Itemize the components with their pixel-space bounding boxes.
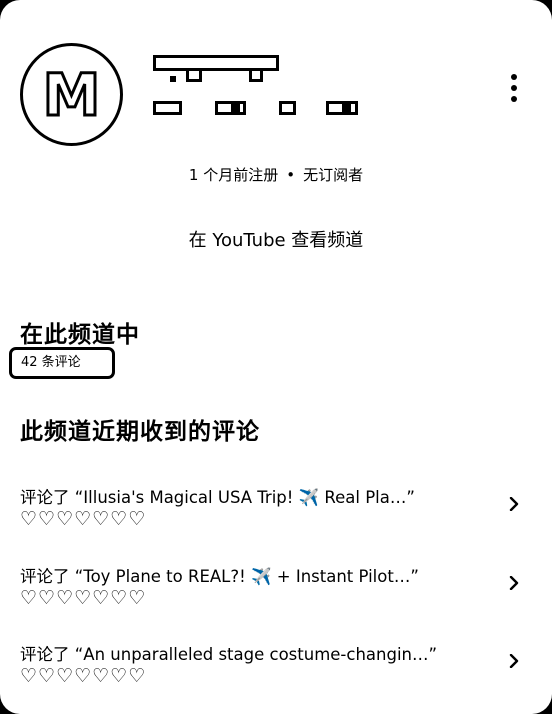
comment-item[interactable]: 评论了 “An unparalleled stage costume-chang… bbox=[0, 641, 552, 711]
comment-text: 评论了 “Toy Plane to REAL?! ✈️ + Instant Pi… bbox=[20, 567, 419, 586]
more-options-icon[interactable] bbox=[506, 74, 522, 102]
comment-text: 评论了 “An unparalleled stage costume-chang… bbox=[20, 645, 438, 664]
chevron-right-icon bbox=[509, 654, 519, 668]
heart-rating-icons: ♡♡♡♡♡♡♡ bbox=[20, 665, 147, 687]
view-on-youtube-link[interactable]: 在 YouTube 查看频道 bbox=[0, 226, 552, 252]
heart-rating-icons: ♡♡♡♡♡♡♡ bbox=[20, 587, 147, 609]
chevron-right-icon bbox=[509, 576, 519, 590]
chevron-right-icon bbox=[509, 497, 519, 511]
recent-comments-heading: 此频道近期收到的评论 bbox=[20, 419, 260, 445]
channel-card: M 1 个月前注册 • 无订阅者 在 YouTube 查看频道 在此频道中 42 条… bbox=[0, 0, 552, 714]
heart-rating-icons: ♡♡♡♡♡♡♡ bbox=[20, 508, 147, 530]
comment-text: 评论了 “Illusia's Magical USA Trip! ✈️ Real… bbox=[20, 488, 415, 507]
channel-meta: 1 个月前注册 • 无订阅者 bbox=[0, 164, 552, 185]
in-channel-heading: 在此频道中 bbox=[20, 322, 140, 348]
comment-count: 42 条评论 bbox=[9, 347, 115, 379]
meta-separator: • bbox=[286, 166, 296, 184]
joined-date: 1 个月前注册 bbox=[188, 166, 279, 184]
subscriber-count: 无订阅者 bbox=[303, 166, 364, 184]
comment-item[interactable]: 评论了 “Toy Plane to REAL?! ✈️ + Instant Pi… bbox=[0, 563, 552, 633]
comment-item[interactable]: 评论了 “Illusia's Magical USA Trip! ✈️ Real… bbox=[0, 484, 552, 554]
avatar: M bbox=[20, 43, 123, 146]
